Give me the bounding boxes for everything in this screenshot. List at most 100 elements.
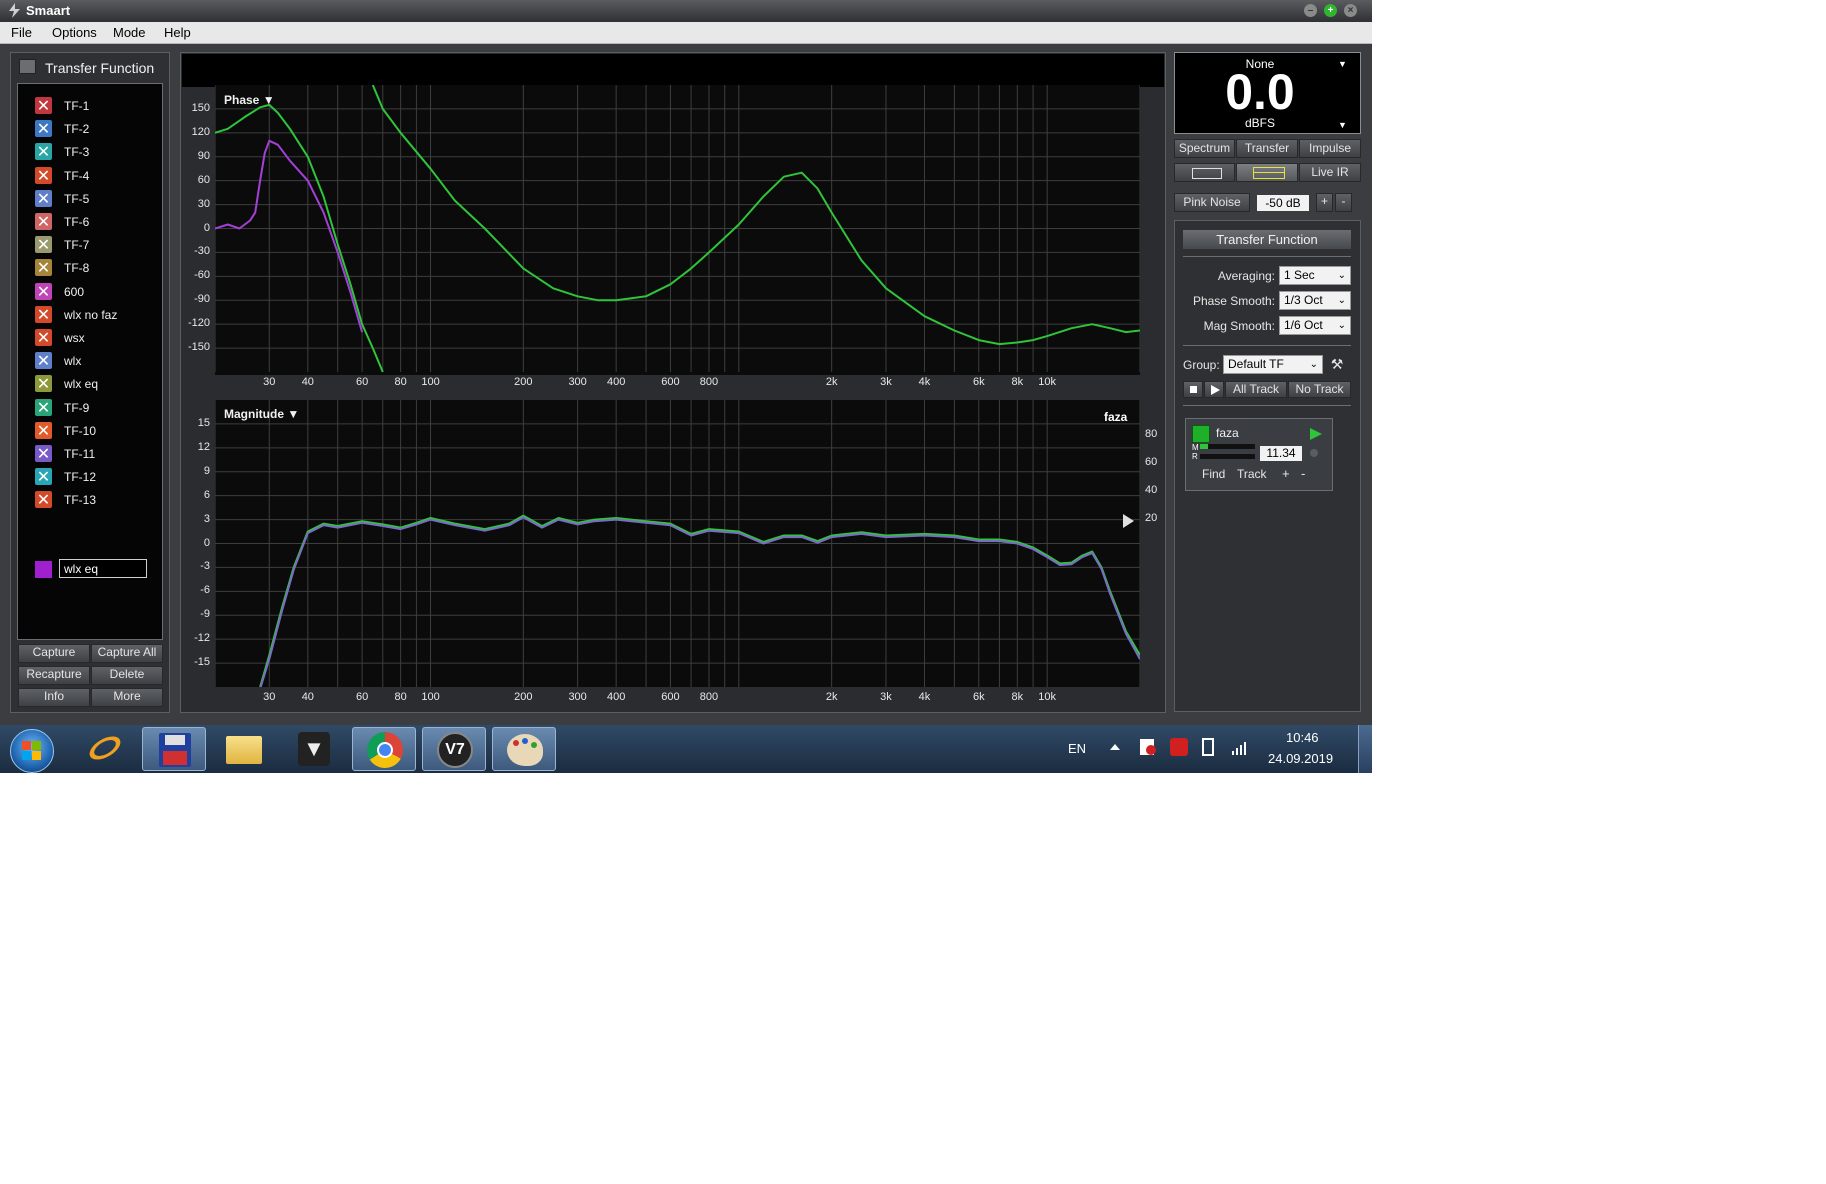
all-track-button[interactable]: All Track: [1225, 381, 1287, 398]
hide-trace-x-icon[interactable]: ✕: [35, 166, 52, 184]
play-icon[interactable]: [1310, 428, 1322, 440]
tf-list-item[interactable]: ✕ TF-13: [35, 489, 155, 509]
tf-list-item[interactable]: ✕ TF-11: [35, 443, 155, 463]
language-indicator[interactable]: EN: [1068, 741, 1086, 756]
tf-list-item[interactable]: ✕ 600: [35, 281, 155, 301]
battery-icon[interactable]: [1202, 738, 1214, 756]
recapture-button[interactable]: Recapture: [18, 666, 90, 685]
hide-trace-x-icon[interactable]: ✕: [35, 143, 52, 161]
measurement-color-swatch[interactable]: [1192, 425, 1210, 443]
tf-list-item[interactable]: ✕ TF-3: [35, 141, 155, 161]
meter-unit[interactable]: dBFS: [1175, 116, 1345, 130]
stop-button[interactable]: [1183, 381, 1203, 398]
hide-trace-x-icon[interactable]: ✕: [35, 213, 52, 230]
group-select[interactable]: Default TF ⌄: [1223, 355, 1323, 374]
hide-trace-x-icon[interactable]: ✕: [35, 97, 52, 114]
hide-trace-x-icon[interactable]: ✕: [35, 329, 52, 346]
tf-list-item[interactable]: ✕ TF-1: [35, 95, 155, 115]
phase-smooth-select[interactable]: 1/3 Oct ⌄: [1279, 291, 1351, 310]
tf-list-item[interactable]: ✕ wsx: [35, 327, 155, 347]
tf-list-item[interactable]: ✕ wlx: [35, 350, 155, 370]
close-icon[interactable]: ×: [1344, 4, 1357, 17]
mag-smooth-select[interactable]: 1/6 Oct ⌄: [1279, 316, 1351, 335]
tab-impulse[interactable]: Impulse: [1299, 139, 1361, 158]
maximize-icon[interactable]: +: [1324, 4, 1337, 17]
tf-list-item[interactable]: ✕ TF-5: [35, 188, 155, 208]
tools-icon[interactable]: ⚒: [1328, 355, 1346, 373]
generator-minus-button[interactable]: -: [1335, 193, 1352, 212]
hide-trace-x-icon[interactable]: ✕: [35, 189, 52, 207]
start-button[interactable]: [10, 729, 54, 773]
tf-list-item[interactable]: ✕ TF-10: [35, 420, 155, 440]
hide-trace-x-icon[interactable]: ✕: [35, 305, 52, 323]
tf-list-item[interactable]: ✕ wlx no faz: [35, 304, 155, 324]
menu-help[interactable]: Help: [164, 25, 191, 40]
delete-button[interactable]: Delete: [91, 666, 163, 685]
hide-trace-x-icon[interactable]: ✕: [35, 491, 52, 509]
hide-trace-x-icon[interactable]: ✕: [35, 282, 52, 300]
hide-trace-x-icon[interactable]: ✕: [35, 421, 52, 439]
hide-trace-x-icon[interactable]: ✕: [35, 352, 52, 370]
taskbar-app-3[interactable]: [212, 727, 276, 771]
magnitude-plot[interactable]: [215, 400, 1140, 687]
hide-trace-x-icon[interactable]: ✕: [35, 236, 52, 254]
live-ir-button[interactable]: Live IR: [1299, 163, 1361, 182]
hide-trace-x-icon[interactable]: ✕: [35, 398, 52, 416]
minimize-icon[interactable]: –: [1304, 4, 1317, 17]
taskbar-app-5[interactable]: [352, 727, 416, 771]
magnitude-plot-label[interactable]: Magnitude ▼: [224, 407, 299, 421]
menu-mode[interactable]: Mode: [113, 25, 146, 40]
tf-list-item[interactable]: ✕ TF-7: [35, 234, 155, 254]
tf-list-item[interactable]: ✕ TF-9: [35, 397, 155, 417]
more-button[interactable]: More: [91, 688, 163, 707]
play-button[interactable]: [1204, 381, 1224, 398]
tf-list-item[interactable]: ✕ TF-8: [35, 257, 155, 277]
tf-name-input[interactable]: [59, 559, 147, 578]
signal-icon[interactable]: [1232, 739, 1248, 755]
phase-plot-label[interactable]: Phase ▼: [224, 93, 275, 107]
hide-trace-x-icon[interactable]: ✕: [35, 375, 52, 393]
antivirus-tray-icon[interactable]: [1170, 738, 1188, 756]
show-desktop-button[interactable]: [1358, 725, 1372, 773]
pink-noise-button[interactable]: Pink Noise: [1174, 193, 1250, 212]
taskbar-app-1[interactable]: [74, 727, 138, 771]
tf-list-item[interactable]: ✕ TF-12: [35, 466, 155, 486]
measurement-card[interactable]: faza M R 11.34 Find Track + -: [1185, 418, 1333, 491]
averaging-select[interactable]: 1 Sec ⌄: [1279, 266, 1351, 285]
phase-plot[interactable]: [215, 85, 1140, 375]
find-button[interactable]: Find: [1202, 467, 1225, 481]
level-meter[interactable]: None ▼ 0.0 dBFS ▼: [1174, 52, 1361, 134]
tf-list-item[interactable]: ✕ TF-2: [35, 118, 155, 138]
capture-all-button[interactable]: Capture All: [91, 644, 163, 663]
info-button[interactable]: Info: [18, 688, 90, 707]
show-hidden-icons-icon[interactable]: [1110, 744, 1120, 750]
clock-date[interactable]: 24.09.2019: [1268, 751, 1333, 766]
hide-trace-x-icon[interactable]: ✕: [35, 259, 52, 277]
hide-trace-x-icon[interactable]: ✕: [35, 445, 52, 462]
single-plot-button[interactable]: [1174, 163, 1235, 182]
track-button[interactable]: Track: [1237, 467, 1267, 481]
taskbar-app-6[interactable]: V7: [422, 727, 486, 771]
taskbar-app-2[interactable]: [142, 727, 206, 771]
tf-list-item[interactable]: ✕ TF-4: [35, 165, 155, 185]
delay-plus-button[interactable]: +: [1282, 466, 1290, 481]
taskbar-app-7[interactable]: [492, 727, 556, 771]
tf-list-item[interactable]: ✕ wlx eq: [35, 373, 155, 393]
menu-file[interactable]: File: [11, 25, 32, 40]
action-center-flag-icon[interactable]: [1140, 739, 1156, 755]
threshold-handle-icon[interactable]: [1123, 514, 1134, 528]
tf-edit-item[interactable]: [35, 559, 165, 579]
delay-minus-button[interactable]: -: [1301, 466, 1305, 481]
taskbar-app-4[interactable]: ▼: [282, 727, 346, 771]
hide-trace-x-icon[interactable]: ✕: [35, 120, 52, 138]
no-track-button[interactable]: No Track: [1288, 381, 1351, 398]
menu-options[interactable]: Options: [52, 25, 97, 40]
capture-button[interactable]: Capture: [18, 644, 90, 663]
tab-spectrum[interactable]: Spectrum: [1174, 139, 1235, 158]
tab-transfer[interactable]: Transfer: [1236, 139, 1298, 158]
dual-plot-button[interactable]: [1236, 163, 1298, 182]
hide-trace-x-icon[interactable]: ✕: [35, 468, 52, 486]
generator-level-field[interactable]: -50 dB: [1257, 195, 1309, 211]
delay-field[interactable]: 11.34: [1260, 446, 1302, 461]
tf-list-item[interactable]: ✕ TF-6: [35, 211, 155, 231]
